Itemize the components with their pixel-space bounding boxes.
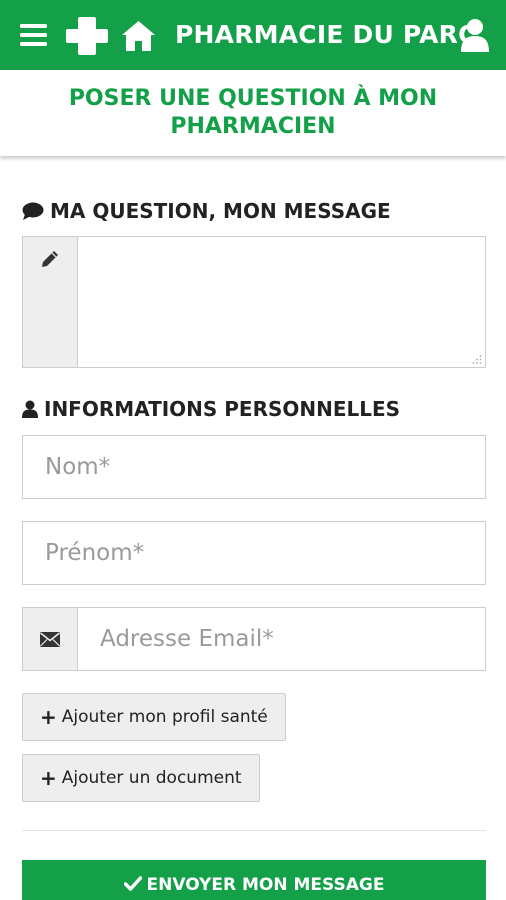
prenom-input[interactable] bbox=[22, 521, 486, 585]
email-addon bbox=[23, 608, 78, 670]
brand-name[interactable]: PHARMACIE DU PARC bbox=[175, 20, 477, 49]
add-health-profile-label: Ajouter mon profil santé bbox=[61, 707, 268, 727]
plus-icon: + bbox=[40, 766, 57, 790]
message-textarea[interactable] bbox=[78, 237, 485, 367]
user-icon[interactable] bbox=[461, 18, 489, 52]
top-navigation-bar: PHARMACIE DU PARC bbox=[0, 0, 506, 70]
resize-grip-icon[interactable] bbox=[472, 354, 482, 364]
question-section-heading: MA QUESTION, MON MESSAGE bbox=[22, 199, 391, 223]
page-title: POSER UNE QUESTION À MON PHARMACIEN bbox=[68, 86, 438, 139]
question-heading-label: MA QUESTION, MON MESSAGE bbox=[50, 199, 391, 223]
add-document-label: Ajouter un document bbox=[61, 768, 242, 788]
nom-input[interactable] bbox=[22, 435, 486, 499]
email-input[interactable] bbox=[78, 608, 485, 670]
personal-section-heading: INFORMATIONS PERSONNELLES bbox=[22, 397, 400, 421]
add-health-profile-button[interactable]: + Ajouter mon profil santé bbox=[22, 693, 286, 741]
page-title-bar: POSER UNE QUESTION À MON PHARMACIEN bbox=[0, 70, 506, 156]
plus-icon: + bbox=[40, 705, 57, 729]
menu-icon[interactable] bbox=[20, 24, 47, 46]
home-icon[interactable] bbox=[121, 20, 156, 52]
pencil-icon bbox=[42, 251, 58, 267]
email-field-group bbox=[22, 607, 486, 671]
send-message-label: ENVOYER MON MESSAGE bbox=[146, 875, 385, 895]
personal-heading-label: INFORMATIONS PERSONNELLES bbox=[44, 397, 401, 421]
divider bbox=[22, 830, 486, 831]
checkmark-icon bbox=[123, 876, 142, 891]
envelope-icon bbox=[40, 631, 60, 647]
send-message-button[interactable]: ENVOYER MON MESSAGE bbox=[22, 860, 486, 900]
add-document-button[interactable]: + Ajouter un document bbox=[22, 754, 260, 802]
message-addon bbox=[23, 237, 78, 367]
pharmacy-cross-icon[interactable] bbox=[66, 15, 108, 57]
message-field-group bbox=[22, 236, 486, 368]
speech-bubble-icon bbox=[22, 202, 44, 220]
user-icon bbox=[22, 400, 38, 418]
